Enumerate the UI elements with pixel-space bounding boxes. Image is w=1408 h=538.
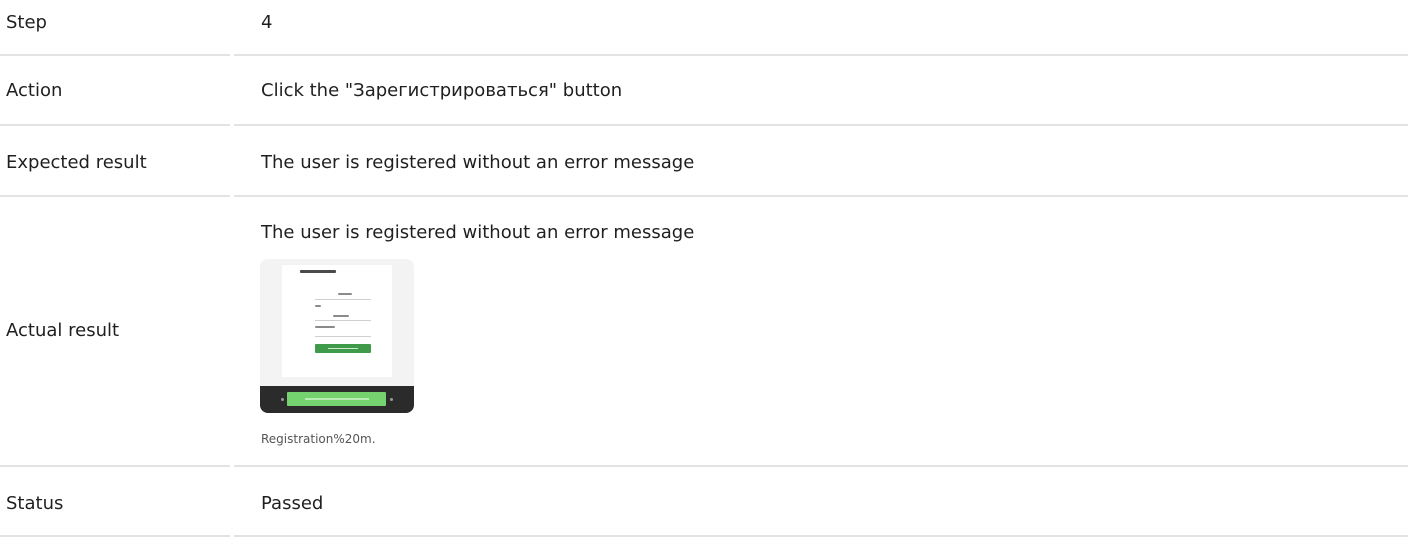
divider xyxy=(0,465,230,467)
thumbnail-form-title xyxy=(300,270,336,273)
thumbnail-dot xyxy=(281,398,284,401)
attachment-thumbnail[interactable] xyxy=(260,259,414,413)
actual-result-value: The user is registered without an error … xyxy=(261,222,695,243)
thumbnail-field-line xyxy=(315,299,371,300)
divider xyxy=(0,195,230,197)
divider xyxy=(234,54,1408,56)
thumbnail-dot xyxy=(390,398,393,401)
divider xyxy=(234,124,1408,126)
expected-result-label: Expected result xyxy=(6,152,147,173)
divider xyxy=(0,535,230,537)
step-value: 4 xyxy=(261,12,273,33)
action-label: Action xyxy=(6,80,63,101)
action-value: Click the "Зарегистрироваться" button xyxy=(261,80,623,101)
attachment-caption[interactable]: Registration%20m. xyxy=(261,431,376,447)
divider xyxy=(0,54,230,56)
divider xyxy=(234,465,1408,467)
thumbnail-bar-button-text xyxy=(305,398,369,400)
status-label: Status xyxy=(6,493,64,514)
thumbnail-text xyxy=(315,305,321,307)
divider xyxy=(0,124,230,126)
divider xyxy=(234,535,1408,537)
actual-result-label: Actual result xyxy=(6,320,120,341)
expected-result-value: The user is registered without an error … xyxy=(261,152,695,173)
step-label: Step xyxy=(6,12,47,33)
thumbnail-button-text xyxy=(328,348,358,349)
divider xyxy=(234,195,1408,197)
thumbnail-form-card xyxy=(282,265,392,377)
thumbnail-field-line xyxy=(315,320,371,321)
thumbnail-text xyxy=(338,293,352,295)
thumbnail-text xyxy=(315,326,335,328)
thumbnail-field-line xyxy=(315,336,371,337)
thumbnail-text xyxy=(333,315,349,317)
status-value: Passed xyxy=(261,493,324,514)
